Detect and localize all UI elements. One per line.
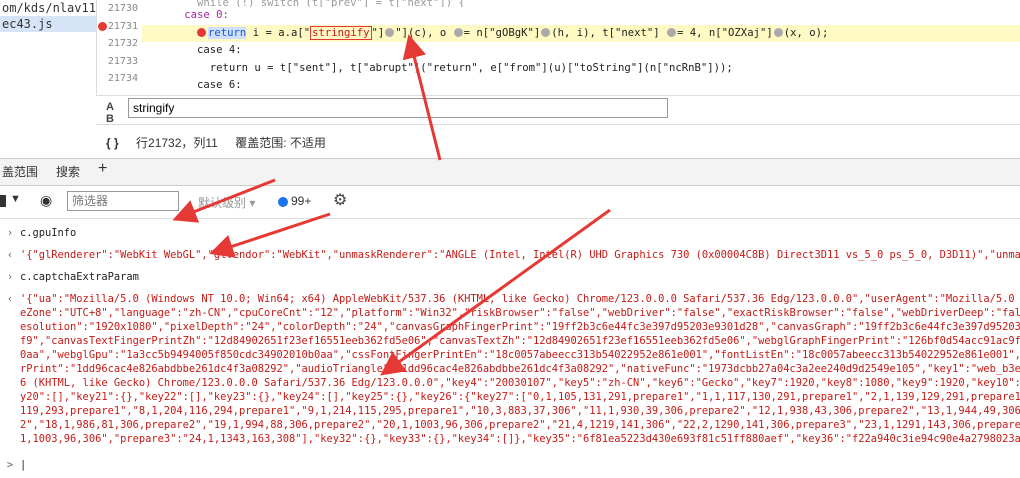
arrow-to-glrenderer xyxy=(209,212,331,258)
arrow-to-stringify xyxy=(402,34,442,161)
arrow-to-audiotriangle xyxy=(380,208,611,376)
arrow-to-gpuinfo xyxy=(172,178,276,223)
annotation-arrows xyxy=(172,34,611,376)
